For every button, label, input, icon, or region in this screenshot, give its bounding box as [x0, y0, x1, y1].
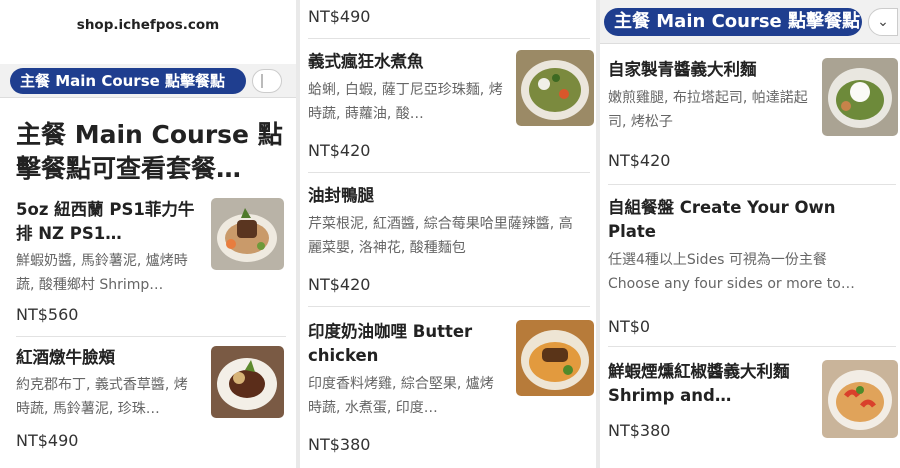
menu-item-photo: [822, 58, 898, 136]
menu-panel-middle: NT$490 義式瘋狂水煮魚 蛤蜊, 白蝦, 薩丁尼亞珍珠麵, 烤時蔬, 蒔蘿油…: [300, 0, 596, 468]
category-tab-main-course[interactable]: 主餐 Main Course 點擊餐點: [604, 8, 862, 36]
menu-item-name: 義式瘋狂水煮魚: [308, 52, 424, 71]
menu-item[interactable]: 自組餐盤 Create Your Own Plate 任選4種以上Sides 可…: [608, 196, 896, 342]
menu-item[interactable]: 義式瘋狂水煮魚 蛤蜊, 白蝦, 薩丁尼亞珍珠麵, 烤時蔬, 蒔蘿油, 酸… NT…: [308, 50, 594, 170]
url-text: shop.ichefpos.com: [76, 17, 220, 33]
menu-item[interactable]: 自家製青醬義大利麵 嫩煎雞腿, 布拉塔起司, 帕達諾起司, 烤松子 NT$420: [608, 58, 898, 182]
menu-item-name: 印度奶油咖哩 Butter chicken: [308, 322, 473, 365]
menu-item-price: NT$490: [16, 431, 79, 450]
item-divider: [308, 306, 590, 307]
menu-item-name: 油封鴨腿: [308, 186, 374, 205]
menu-item-description: 約克郡布丁, 義式香草醬, 烤時蔬, 馬鈴薯泥, 珍珠…: [16, 377, 188, 417]
menu-item-name: 紅酒燉牛臉頰: [16, 348, 115, 367]
category-tab-next[interactable]: [252, 69, 282, 93]
menu-item-description: 嫩煎雞腿, 布拉塔起司, 帕達諾起司, 烤松子: [608, 90, 808, 130]
item-divider: [16, 336, 286, 337]
menu-item-price: NT$420: [308, 275, 371, 294]
menu-item[interactable]: 鮮蝦煙燻紅椒醬義大利麵 Shrimp and… NT$380: [608, 360, 898, 468]
menu-panel-left: shop.ichefpos.com 主餐 Main Course 點擊餐點 主餐…: [0, 0, 296, 468]
menu-item-price: NT$0: [608, 317, 651, 336]
menu-item[interactable]: 油封鴨腿 芹菜根泥, 紅酒醬, 綜合莓果哈里薩辣醬, 高麗菜嬰, 洛神花, 酸種…: [308, 184, 592, 304]
item-divider: [608, 346, 896, 347]
menu-item[interactable]: 5oz 紐西蘭 PS1菲力牛排 NZ PS1… 鮮蝦奶醬, 馬鈴薯泥, 爐烤時蔬…: [16, 198, 286, 338]
menu-item-price: NT$420: [308, 141, 371, 160]
menu-item-price: NT$380: [308, 435, 371, 454]
menu-item-description-en: Choose any four sides or more to…: [608, 276, 855, 292]
chevron-down-icon[interactable]: ⌄: [868, 8, 898, 36]
menu-item-name: 自家製青醬義大利麵: [608, 60, 757, 79]
menu-item-photo: [516, 50, 594, 126]
item-divider: [308, 172, 590, 173]
category-tab-main-course[interactable]: 主餐 Main Course 點擊餐點: [10, 68, 246, 94]
menu-item-price: NT$560: [16, 305, 79, 324]
item-divider: [608, 184, 896, 185]
menu-item-price: NT$490: [308, 7, 371, 26]
menu-item-photo: [822, 360, 898, 438]
category-bar: 主餐 Main Course 點擊餐點 ⌄: [600, 0, 900, 44]
menu-item[interactable]: 紅酒燉牛臉頰 約克郡布丁, 義式香草醬, 烤時蔬, 馬鈴薯泥, 珍珠… NT$4…: [16, 346, 286, 468]
menu-panel-right: 主餐 Main Course 點擊餐點 ⌄ 自家製青醬義大利麵 嫩煎雞腿, 布拉…: [600, 0, 900, 468]
menu-item-description: 印度香料烤雞, 綜合堅果, 爐烤時蔬, 水煮蛋, 印度…: [308, 376, 494, 416]
menu-item-description: 任選4種以上Sides 可視為一份主餐: [608, 252, 827, 268]
menu-item-description: 蛤蜊, 白蝦, 薩丁尼亞珍珠麵, 烤時蔬, 蒔蘿油, 酸…: [308, 82, 503, 122]
menu-item-description: 芹菜根泥, 紅酒醬, 綜合莓果哈里薩辣醬, 高麗菜嬰, 洛神花, 酸種麵包: [308, 216, 573, 256]
menu-item-price: NT$420: [608, 151, 671, 170]
menu-item-price: NT$380: [608, 421, 671, 440]
menu-item-name: 自組餐盤 Create Your Own Plate: [608, 198, 836, 241]
category-bar: 主餐 Main Course 點擊餐點: [0, 64, 296, 98]
menu-item[interactable]: 印度奶油咖哩 Butter chicken 印度香料烤雞, 綜合堅果, 爐烤時蔬…: [308, 320, 594, 468]
menu-item-name: 鮮蝦煙燻紅椒醬義大利麵 Shrimp and…: [608, 362, 790, 405]
menu-item-photo: [516, 320, 594, 396]
menu-item-photo: [211, 346, 284, 418]
section-title: 主餐 Main Course 點擊餐點可查看套餐…: [16, 120, 283, 183]
menu-item-photo: [211, 198, 284, 270]
menu-item-description: 鮮蝦奶醬, 馬鈴薯泥, 爐烤時蔬, 酸種鄉村 Shrimp…: [16, 253, 188, 293]
item-divider: [308, 38, 590, 39]
menu-item-name: 5oz 紐西蘭 PS1菲力牛排 NZ PS1…: [16, 200, 195, 243]
